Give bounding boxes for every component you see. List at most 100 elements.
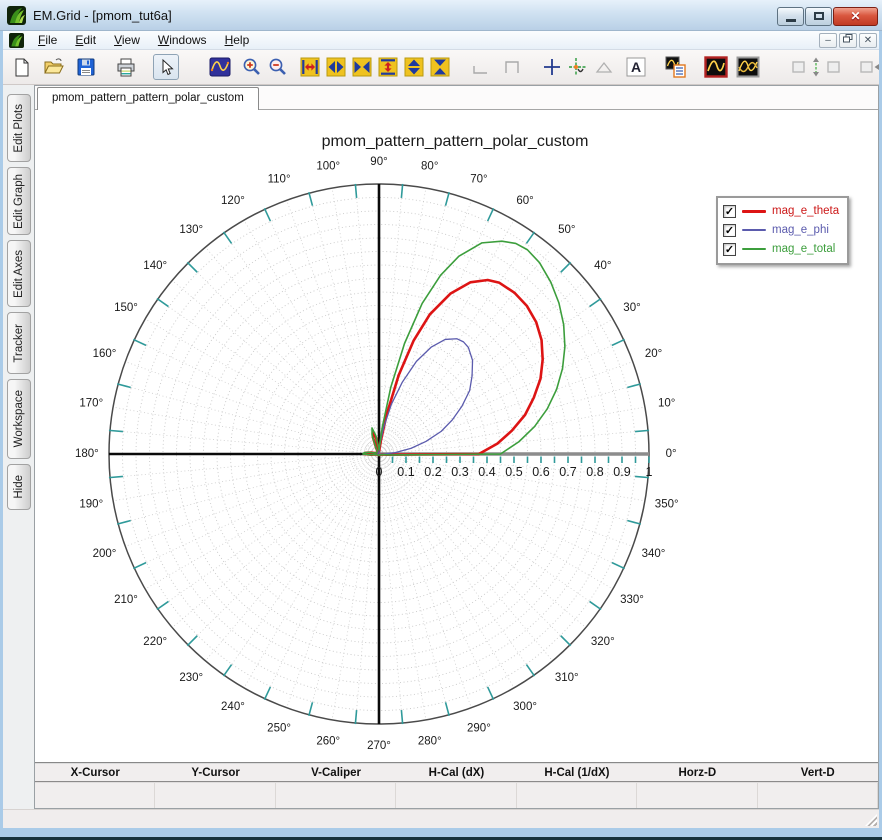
legend-checkbox-mag_e_phi[interactable]: ✓: [723, 224, 736, 237]
new-document-button[interactable]: [9, 54, 35, 80]
compress-vertical-button[interactable]: [427, 54, 453, 80]
crosshair-button[interactable]: [539, 54, 565, 80]
active-curve-button[interactable]: [703, 54, 729, 80]
cursor-col-v-caliper: V-Caliper: [276, 764, 396, 781]
menu-edit[interactable]: Edit: [67, 31, 104, 49]
cursor-value-cell: [35, 783, 155, 808]
svg-text:250°: 250°: [267, 722, 291, 734]
cursor-value-cell: [517, 783, 637, 808]
svg-text:0.9: 0.9: [613, 465, 630, 479]
mdi-minimize-button[interactable]: –: [819, 33, 837, 48]
expand-horizontal-button[interactable]: [297, 54, 323, 80]
window-border-bottom: [0, 828, 882, 837]
svg-text:0.7: 0.7: [559, 465, 576, 479]
svg-text:140°: 140°: [143, 260, 167, 272]
cursor-col-h-cal-1-dx-: H-Cal (1/dX): [517, 764, 637, 781]
autoscale-button[interactable]: [207, 54, 233, 80]
mdi-close-button[interactable]: ✕: [859, 33, 877, 48]
zoom-out-button[interactable]: [265, 54, 291, 80]
svg-text:60°: 60°: [516, 195, 533, 207]
svg-text:40°: 40°: [594, 260, 611, 272]
sidebar-tab-edit-graph[interactable]: Edit Graph: [7, 167, 31, 235]
svg-text:330°: 330°: [620, 594, 644, 606]
legend-label: mag_e_total: [772, 243, 835, 255]
legend-box: ✓mag_e_theta✓mag_e_phi✓mag_e_total: [716, 196, 849, 265]
sidebar-tab-workspace[interactable]: Workspace: [7, 379, 31, 459]
svg-text:0.8: 0.8: [586, 465, 603, 479]
svg-text:100°: 100°: [316, 160, 340, 172]
corner-tool-button[interactable]: [467, 54, 493, 80]
text-annotation-button[interactable]: A: [623, 54, 649, 80]
app-logo-icon: [7, 6, 26, 25]
stretch-vertical-out-button[interactable]: [401, 54, 427, 80]
expand-vertical-button[interactable]: [375, 54, 401, 80]
menu-items: FileEditViewWindowsHelp: [30, 31, 819, 49]
sidebar-tab-edit-axes[interactable]: Edit Axes: [7, 240, 31, 307]
legend-toggle-icon: [665, 56, 687, 78]
distribute-vertical-button[interactable]: [789, 54, 843, 80]
svg-text:320°: 320°: [591, 636, 615, 648]
svg-text:110°: 110°: [268, 173, 291, 185]
minimize-button[interactable]: [777, 7, 804, 26]
svg-text:30°: 30°: [623, 302, 640, 314]
svg-text:230°: 230°: [179, 672, 203, 684]
cursor-value-cell: [396, 783, 516, 808]
tab-strip: pmom_pattern_pattern_polar_custom: [35, 86, 878, 110]
select-pointer-button[interactable]: [153, 54, 179, 80]
autoscale-plot-icon: [209, 57, 231, 77]
print-button[interactable]: [113, 54, 139, 80]
document-icon: [9, 33, 24, 48]
crosshair-icon: [542, 57, 562, 77]
menu-help[interactable]: Help: [217, 31, 258, 49]
mdi-restore-button[interactable]: [839, 33, 857, 48]
sidebar-tab-edit-plots[interactable]: Edit Plots: [7, 94, 31, 162]
tab-pmom-pattern-polar-custom[interactable]: pmom_pattern_pattern_polar_custom: [37, 87, 259, 110]
text-tool-icon: A: [626, 57, 646, 77]
stretch-horizontal-out-button[interactable]: [323, 54, 349, 80]
maximize-button[interactable]: [805, 7, 832, 26]
corner-tool-icon: [471, 58, 489, 76]
distribute-horizontal-button[interactable]: [857, 54, 879, 80]
svg-text:0.4: 0.4: [478, 465, 495, 479]
save-floppy-icon: [77, 58, 95, 76]
close-icon: ✕: [850, 9, 860, 23]
legend-checkbox-mag_e_theta[interactable]: ✓: [723, 205, 736, 218]
svg-text:310°: 310°: [555, 672, 579, 684]
svg-text:190°: 190°: [79, 499, 103, 511]
save-button[interactable]: [73, 54, 99, 80]
svg-text:70°: 70°: [470, 173, 487, 185]
sidebar-tab-tracker[interactable]: Tracker: [7, 312, 31, 374]
graph-area[interactable]: 00.10.20.30.40.50.60.70.80.910°10°20°30°…: [35, 110, 878, 762]
close-button[interactable]: ✕: [833, 7, 878, 26]
menu-windows[interactable]: Windows: [150, 31, 215, 49]
title-bar: EM.Grid - [pmom_tut6a] ✕: [0, 0, 882, 31]
svg-text:80°: 80°: [421, 160, 438, 172]
cursor-table-header: X-CursorY-CursorV-CaliperH-Cal (dX)H-Cal…: [35, 764, 878, 783]
zoom-in-button[interactable]: [239, 54, 265, 80]
sidebar-tab-hide[interactable]: Hide: [7, 464, 31, 510]
menu-view[interactable]: View: [106, 31, 148, 49]
open-file-button[interactable]: [41, 54, 67, 80]
legend-line-sample: [742, 229, 766, 231]
zoom-out-icon: [268, 57, 288, 77]
rectangle-tool-button[interactable]: [499, 54, 525, 80]
open-folder-icon: [44, 58, 64, 76]
svg-text:260°: 260°: [316, 736, 340, 748]
menu-file[interactable]: File: [30, 31, 65, 49]
toolbar: A: [3, 50, 879, 85]
plot-panel: pmom_pattern_pattern_polar_custom 00.10.…: [34, 85, 879, 809]
zoom-in-icon: [242, 57, 262, 77]
sidebar-tab-label: Edit Plots: [13, 104, 25, 153]
rectangle-tool-icon: [503, 58, 521, 76]
compress-horizontal-button[interactable]: [349, 54, 375, 80]
svg-text:270°: 270°: [367, 740, 391, 752]
legend-checkbox-mag_e_total[interactable]: ✓: [723, 243, 736, 256]
curve-tracker-button[interactable]: [565, 54, 591, 80]
svg-text:340°: 340°: [642, 548, 666, 560]
sidebar-tab-label: Hide: [13, 475, 25, 499]
legend-toggle-button[interactable]: [663, 54, 689, 80]
resize-grip[interactable]: [865, 814, 877, 826]
slope-triangle-button[interactable]: [591, 54, 617, 80]
legend-line-sample: [742, 248, 766, 250]
all-curves-button[interactable]: [735, 54, 761, 80]
